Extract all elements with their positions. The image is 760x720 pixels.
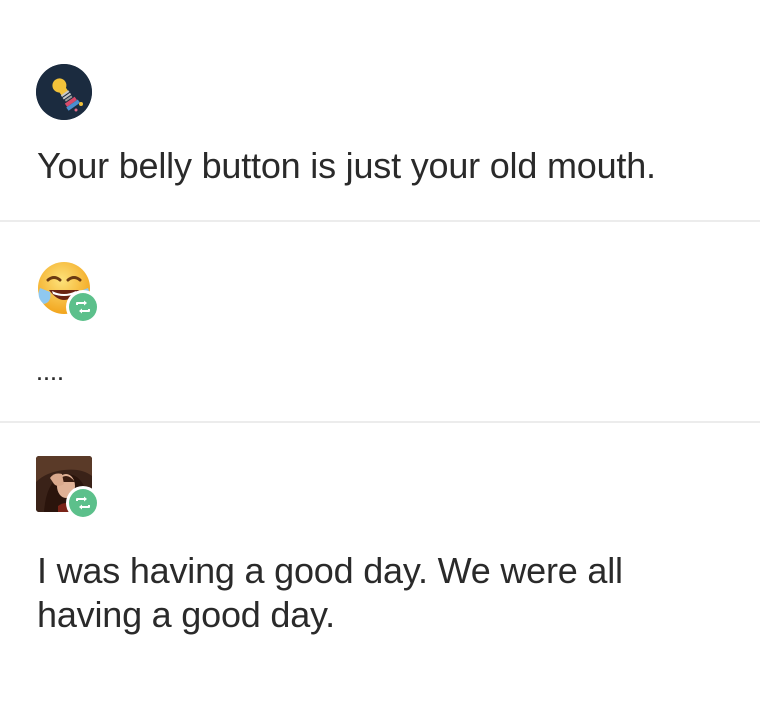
- reblog-badge: [66, 486, 100, 520]
- post-2-text: ....: [37, 364, 66, 384]
- post-2: ....: [0, 222, 760, 422]
- post-2-avatar-wrap: [36, 260, 100, 324]
- post-3: I was having a good day. We were all hav…: [0, 423, 760, 720]
- post-1-text: Your belly button is just your old mouth…: [37, 145, 656, 186]
- reblog-badge: [66, 290, 100, 324]
- lightbulb-avatar-icon[interactable]: [36, 64, 92, 120]
- post-3-avatar-wrap: [36, 456, 100, 520]
- reblog-icon: [76, 496, 90, 510]
- post-1-avatar-wrap: [36, 64, 92, 120]
- reblog-icon: [76, 300, 90, 314]
- post-3-text: I was having a good day. We were all hav…: [37, 550, 623, 635]
- lightbulb-icon: [36, 64, 92, 120]
- post-1: Your belly button is just your old mouth…: [0, 0, 760, 222]
